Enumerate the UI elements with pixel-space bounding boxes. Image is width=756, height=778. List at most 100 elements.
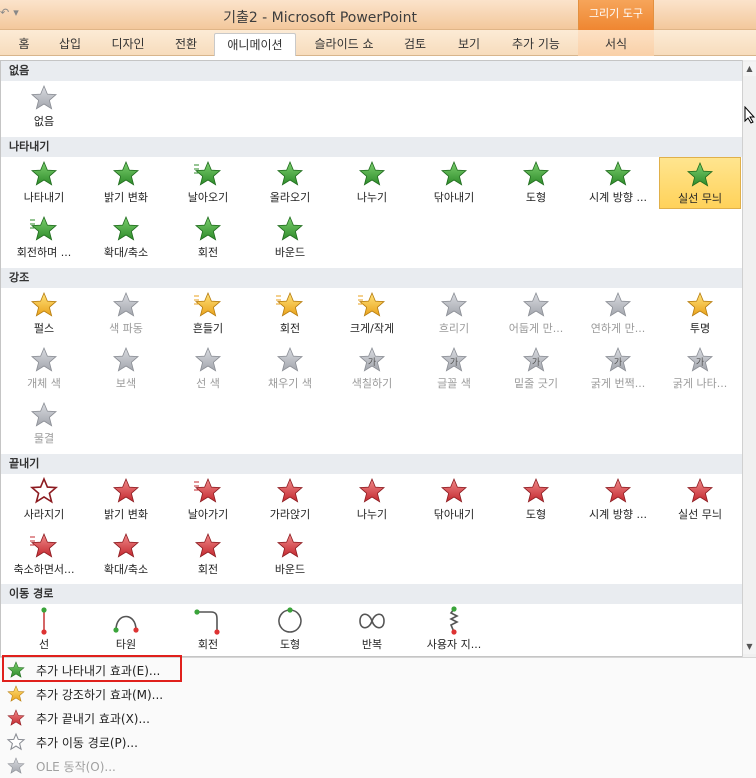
effect-exit-2[interactable]: 날아가기 [167, 474, 249, 526]
effect-entrance-7[interactable]: 시계 방향 ... [577, 157, 659, 209]
effect-label: 바운드 [274, 563, 306, 576]
effect-exit-4[interactable]: 나누기 [331, 474, 413, 526]
effect-none-0[interactable]: 없음 [3, 81, 85, 133]
scroll-down-icon[interactable]: ▼ [743, 640, 756, 654]
menu-item-2[interactable]: 추가 끝내기 효과(X)... [2, 706, 742, 730]
effect-label: 어둡게 만... [508, 322, 564, 335]
ribbon-tab-row: 홈 삽입 디자인 전환 애니메이션 슬라이드 쇼 검토 보기 추가 기능 서식 [0, 30, 756, 56]
effect-label: 사라지기 [23, 508, 65, 521]
effect-entrance-5[interactable]: 닦아내기 [413, 157, 495, 209]
star-green-wheel-icon [604, 160, 632, 186]
effect-entrance-1[interactable]: 밝기 변화 [85, 157, 167, 209]
effect-emphasis-5: 흐리기 [413, 288, 495, 340]
effect-label: 색칠하기 [351, 377, 393, 390]
star-gray-text-icon: 가 [440, 346, 468, 372]
effect-entrance-8[interactable]: 실선 무늬 [659, 157, 741, 209]
menu-item-label: 추가 끝내기 효과(X)... [36, 712, 150, 726]
effect-entrance-4[interactable]: 나누기 [331, 157, 413, 209]
effect-entrance-6[interactable]: 도형 [495, 157, 577, 209]
effect-label: 가라앉기 [269, 508, 311, 521]
effect-paths-3[interactable]: 도형 [249, 604, 331, 656]
effect-paths-5[interactable]: 사용자 지... [413, 604, 495, 656]
effect-exit-11[interactable]: 회전 [167, 529, 249, 581]
star-green-swivel-icon [194, 215, 222, 241]
effect-entrance-3[interactable]: 올라오기 [249, 157, 331, 209]
svg-text:가: 가 [614, 357, 622, 368]
scroll-up-icon[interactable]: ▲ [743, 62, 756, 76]
menu-item-3[interactable]: 추가 이동 경로(P)... [2, 730, 742, 754]
effect-label: 실선 무늬 [678, 192, 722, 205]
effect-entrance-11[interactable]: 회전 [167, 212, 249, 264]
tab-view[interactable]: 보기 [446, 33, 492, 56]
effect-label: 흔들기 [192, 322, 224, 335]
star-gold-icon [30, 291, 58, 317]
effect-entrance-0[interactable]: 나타내기 [3, 157, 85, 209]
effect-label: 나누기 [356, 191, 388, 204]
tab-addins[interactable]: 추가 기능 [500, 33, 572, 56]
effect-exit-6[interactable]: 도형 [495, 474, 577, 526]
star-gray-icon [604, 291, 632, 317]
effect-exit-5[interactable]: 닦아내기 [413, 474, 495, 526]
effect-entrance-10[interactable]: 확대/축소 [85, 212, 167, 264]
effect-emphasis-14: 가 글꼴 색 [413, 343, 495, 395]
star-red-swivel-icon [194, 532, 222, 558]
star-gray-icon [30, 346, 58, 372]
context-tab-group-label: 그리기 도구 [578, 0, 654, 30]
effect-label: 바운드 [274, 246, 306, 259]
star-gold-teeter-icon [194, 291, 222, 317]
effect-label: 나타내기 [23, 191, 65, 204]
effect-emphasis-0[interactable]: 펄스 [3, 288, 85, 340]
tab-insert[interactable]: 삽입 [48, 33, 92, 56]
effect-emphasis-16: 가 굵게 번쩍... [577, 343, 659, 395]
tab-animations[interactable]: 애니메이션 [214, 33, 296, 56]
path-turn-icon [194, 609, 220, 635]
star-gold-spin-icon [276, 291, 304, 317]
section-header-paths: 이동 경로 [1, 584, 742, 604]
effect-emphasis-4[interactable]: 크게/작게 [331, 288, 413, 340]
effect-exit-3[interactable]: 가라앉기 [249, 474, 331, 526]
effect-exit-12[interactable]: 바운드 [249, 529, 331, 581]
effect-exit-10[interactable]: 확대/축소 [85, 529, 167, 581]
path-custom-icon [449, 606, 459, 635]
effect-label: 보색 [115, 377, 137, 390]
effect-entrance-12[interactable]: 바운드 [249, 212, 331, 264]
effect-label: 도형 [525, 508, 547, 521]
path-arc-icon [113, 615, 139, 633]
effect-label: 연하게 만... [590, 322, 646, 335]
effect-paths-2[interactable]: 회전 [167, 604, 249, 656]
star-gray-text-icon: 가 [522, 346, 550, 372]
tab-slideshow[interactable]: 슬라이드 쇼 [304, 33, 384, 56]
effect-exit-7[interactable]: 시계 방향 ... [577, 474, 659, 526]
effect-exit-9[interactable]: 축소하면서... [3, 529, 85, 581]
effect-entrance-9[interactable]: 회전하며 ... [3, 212, 85, 264]
effect-entrance-2[interactable]: 날아오기 [167, 157, 249, 209]
effect-exit-0[interactable]: 사라지기 [3, 474, 85, 526]
tab-design[interactable]: 디자인 [100, 33, 156, 56]
effect-emphasis-3[interactable]: 회전 [249, 288, 331, 340]
effect-paths-1[interactable]: 타원 [85, 604, 167, 656]
menu-item-1[interactable]: 추가 강조하기 효과(M)... [2, 682, 742, 706]
star-gray-icon [276, 346, 304, 372]
star-gold-grow-icon [358, 291, 386, 317]
tab-format[interactable]: 서식 [578, 30, 654, 56]
effect-emphasis-17: 가 굵게 나타... [659, 343, 741, 395]
tab-home[interactable]: 홈 [10, 33, 38, 56]
effect-paths-0[interactable]: 선 [3, 604, 85, 656]
ole-gear-icon [7, 757, 25, 774]
ole-gear-icon [6, 756, 26, 776]
tab-transitions[interactable]: 전환 [164, 33, 208, 56]
effect-label: 회전하며 ... [16, 246, 72, 259]
effect-exit-8[interactable]: 실선 무늬 [659, 474, 741, 526]
tab-review[interactable]: 검토 [392, 33, 438, 56]
effect-emphasis-2[interactable]: 흔들기 [167, 288, 249, 340]
effect-emphasis-8[interactable]: 투명 [659, 288, 741, 340]
star-green-wipe-icon [440, 160, 468, 186]
effect-label: 크게/작게 [349, 322, 395, 335]
effect-paths-4[interactable]: 반복 [331, 604, 413, 656]
effect-label: 확대/축소 [103, 246, 149, 259]
effect-label: 확대/축소 [103, 563, 149, 576]
effect-exit-1[interactable]: 밝기 변화 [85, 474, 167, 526]
star-yellow-small-icon [6, 684, 26, 704]
gallery-scrollbar[interactable]: ▲ ▼ [742, 60, 756, 657]
star-gray-icon [112, 346, 140, 372]
